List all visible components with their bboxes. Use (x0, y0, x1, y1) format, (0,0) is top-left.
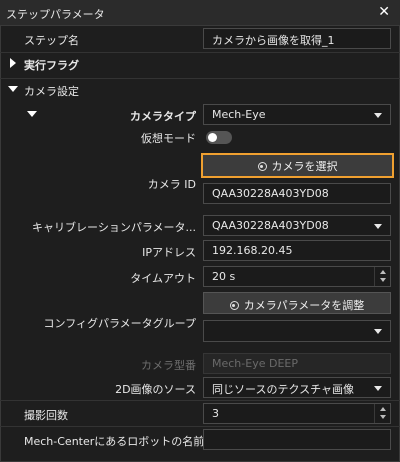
timeout-label: タイムアウト (130, 272, 196, 285)
spin-up-icon[interactable] (380, 407, 386, 411)
camera-model-input: Mech-Eye DEEP (203, 353, 391, 374)
chevron-down-icon (374, 224, 382, 229)
collapse-arrow-icon[interactable] (27, 111, 37, 117)
robot-name-input[interactable] (203, 429, 391, 450)
toggle-knob (208, 133, 217, 142)
config-param-group-label: コンフィグパラメータグループ (43, 317, 196, 330)
ip-address-input[interactable]: 192.168.20.45 (203, 240, 391, 261)
expand-arrow-icon[interactable] (10, 58, 16, 68)
spin-down-icon[interactable] (380, 278, 386, 282)
adjust-camera-params-label: カメラパラメータを調整 (243, 299, 365, 312)
config-param-group-select[interactable] (203, 320, 391, 342)
calibration-params-label: キャリブレーションパラメータ... (32, 221, 196, 234)
window-title: ステップパラメータ (6, 8, 105, 21)
step-name-label: ステップ名 (24, 34, 79, 47)
chevron-down-icon (374, 386, 382, 391)
camera-settings-header[interactable]: カメラ設定 (24, 83, 79, 99)
select-camera-label: カメラを選択 (271, 160, 338, 173)
spin-down-icon[interactable] (380, 415, 386, 419)
camera-id-input[interactable]: QAA30228A403YD08 (203, 183, 391, 204)
adjust-camera-params-button[interactable]: カメラパラメータを調整 (203, 292, 391, 314)
virtual-mode-toggle[interactable] (206, 131, 232, 144)
step-name-input[interactable]: カメラから画像を取得_1 (203, 28, 391, 49)
virtual-mode-label: 仮想モード (141, 132, 196, 145)
spin-up-icon[interactable] (380, 270, 386, 274)
timeout-spinbox[interactable]: 20 s (203, 266, 391, 287)
divider (0, 52, 400, 53)
chevron-down-icon (374, 113, 382, 118)
divider (0, 78, 400, 79)
chevron-down-icon (374, 329, 382, 334)
camera-model-label: カメラ型番 (141, 359, 196, 372)
close-icon[interactable]: ✕ (378, 4, 390, 20)
divider (0, 426, 400, 427)
camera-id-label: カメラ ID (147, 178, 196, 191)
capture-count-value: 3 (212, 407, 219, 420)
image-source-2d-select[interactable]: 同じソースのテクスチャ画像 (203, 377, 391, 398)
camera-type-value: Mech-Eye (212, 108, 266, 121)
calibration-params-select[interactable]: QAA30228A403YD08 (203, 215, 391, 236)
execution-flag-header[interactable]: 実行フラグ (24, 57, 79, 73)
gear-icon (257, 162, 267, 171)
spin-buttons[interactable] (374, 404, 390, 423)
collapse-arrow-icon[interactable] (8, 86, 18, 92)
camera-type-select[interactable]: Mech-Eye (203, 104, 391, 125)
divider (0, 400, 400, 401)
calibration-params-value: QAA30228A403YD08 (212, 219, 329, 232)
capture-count-spinbox[interactable]: 3 (203, 403, 391, 424)
spin-buttons[interactable] (374, 267, 390, 286)
robot-name-label: Mech-Centerにあるロボットの名前 (24, 435, 205, 448)
capture-count-label: 撮影回数 (24, 409, 68, 422)
image-source-2d-label: 2D画像のソース (115, 383, 196, 396)
timeout-value: 20 s (212, 270, 236, 283)
ip-address-label: IPアドレス (142, 246, 196, 259)
image-source-2d-value: 同じソースのテクスチャ画像 (212, 383, 355, 396)
select-camera-button[interactable]: カメラを選択 (201, 153, 394, 178)
camera-type-label: カメラタイプ (130, 110, 196, 123)
title-bar: ステップパラメータ ✕ (0, 0, 400, 26)
gear-icon (229, 301, 239, 310)
